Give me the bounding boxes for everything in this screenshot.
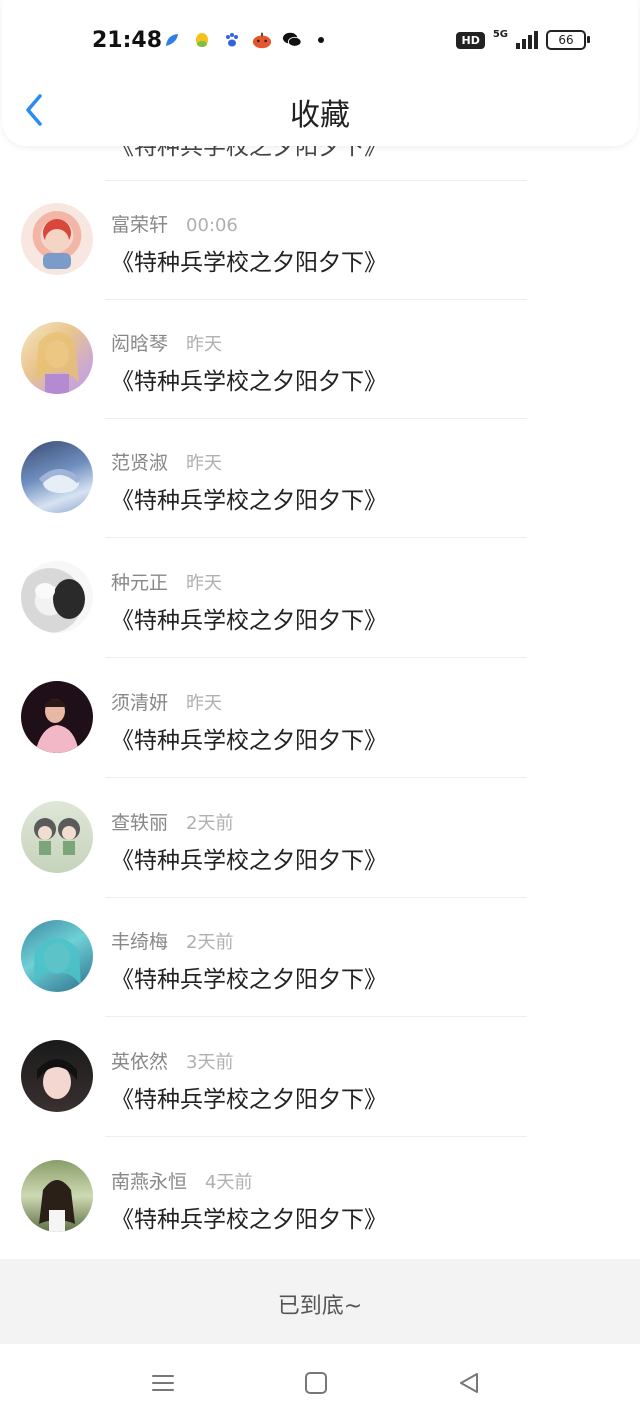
item-message: 《特种兵学校之夕阳夕下》 (111, 967, 387, 993)
divider (105, 657, 527, 658)
timestamp: 4天前 (205, 1172, 253, 1193)
timestamp: 00:06 (186, 215, 238, 236)
divider (105, 537, 527, 538)
avatar (21, 441, 93, 513)
list-item[interactable]: 南燕永恒 4天前 《特种兵学校之夕阳夕下》 (0, 1138, 640, 1257)
avatar (21, 203, 93, 275)
list-item[interactable]: 闳晗琴 昨天 《特种兵学校之夕阳夕下》 (0, 300, 640, 419)
sender-name: 南燕永恒 (111, 1171, 188, 1193)
sender-name: 范贤淑 (111, 452, 169, 474)
list-item[interactable]: 范贤淑 昨天 《特种兵学校之夕阳夕下》 (0, 419, 640, 538)
system-back-button[interactable] (454, 1368, 484, 1398)
timestamp: 昨天 (186, 693, 223, 714)
sender-name: 丰绮梅 (111, 931, 169, 953)
item-header: 种元正 昨天 (111, 568, 222, 595)
item-header: 须清妍 昨天 (111, 688, 222, 715)
notification-icons (162, 30, 324, 50)
feather-icon (162, 30, 182, 50)
battery-level: 66 (558, 33, 574, 47)
divider (105, 1136, 527, 1137)
page-title: 收藏 (290, 98, 350, 133)
item-header: 丰绮梅 2天前 (111, 927, 233, 954)
timestamp: 昨天 (186, 573, 223, 594)
header: 21:48 HD 5G 66 收藏 (2, 0, 638, 146)
sender-name: 查轶丽 (111, 812, 169, 834)
item-message: 《特种兵学校之夕阳夕下》 (111, 250, 387, 276)
sender-name: 富荣轩 (111, 214, 169, 236)
item-header: 英依然 3天前 (111, 1047, 233, 1074)
avatar (21, 1160, 93, 1232)
item-message: 《特种兵学校之夕阳夕下》 (111, 369, 387, 395)
sender-name: 英依然 (111, 1051, 169, 1073)
menu-button[interactable] (148, 1368, 178, 1398)
list-item[interactable]: 英依然 3天前 《特种兵学校之夕阳夕下》 (0, 1018, 640, 1137)
end-of-list-text: 已到底~ (277, 1294, 363, 1319)
item-header: 查轶丽 2天前 (111, 808, 233, 835)
sender-name: 须清妍 (111, 692, 169, 714)
home-button[interactable] (301, 1368, 331, 1398)
system-navbar (0, 1344, 640, 1422)
avatar (21, 801, 93, 873)
timestamp: 3天前 (186, 1052, 234, 1073)
list-item[interactable]: 富荣轩 00:06 《特种兵学校之夕阳夕下》 (0, 181, 640, 300)
list-item[interactable]: 种元正 昨天 《特种兵学校之夕阳夕下》 (0, 539, 640, 658)
menu-icon (152, 1375, 174, 1391)
avatar (21, 322, 93, 394)
avatar (21, 1040, 93, 1112)
list-item[interactable]: 须清妍 昨天 《特种兵学校之夕阳夕下》 (0, 659, 640, 778)
divider (105, 1016, 527, 1017)
home-square-icon (305, 1372, 327, 1394)
network-type: 5G (492, 28, 508, 40)
avatar (21, 561, 93, 633)
qq-icon (192, 30, 212, 50)
item-message: 《特种兵学校之夕阳夕下》 (111, 1087, 387, 1113)
item-header: 闳晗琴 昨天 (111, 329, 222, 356)
timestamp: 昨天 (186, 334, 223, 355)
item-header: 富荣轩 00:06 (111, 210, 238, 237)
item-message: 《特种兵学校之夕阳夕下》 (111, 1207, 387, 1233)
wechat-icon (282, 30, 302, 50)
back-triangle-icon (460, 1373, 478, 1393)
item-header: 范贤淑 昨天 (111, 448, 222, 475)
divider (105, 777, 527, 778)
list-item[interactable]: 丰绮梅 2天前 《特种兵学校之夕阳夕下》 (0, 898, 640, 1017)
system-status-icons: HD 5G 66 (456, 28, 590, 50)
hd-badge: HD (456, 31, 485, 49)
item-message: 《特种兵学校之夕阳夕下》 (111, 728, 387, 754)
item-message: 《特种兵学校之夕阳夕下》 (111, 488, 387, 514)
item-message: 《特种兵学校之夕阳夕下》 (111, 608, 387, 634)
avatar (21, 681, 93, 753)
item-message: 《特种兵学校之夕阳夕下》 (111, 848, 387, 874)
timestamp: 2天前 (186, 932, 234, 953)
sender-name: 闳晗琴 (111, 333, 169, 355)
list-item[interactable]: 查轶丽 2天前 《特种兵学校之夕阳夕下》 (0, 779, 640, 898)
more-notifications-dot (318, 37, 324, 43)
avatar (21, 920, 93, 992)
pumpkin-icon (252, 30, 272, 50)
signal-icon (516, 31, 538, 49)
battery-icon: 66 (546, 30, 590, 50)
item-header: 南燕永恒 4天前 (111, 1167, 252, 1194)
baidu-paw-icon (222, 30, 242, 50)
timestamp: 2天前 (186, 813, 234, 834)
sender-name: 种元正 (111, 572, 169, 594)
status-time: 21:48 (92, 28, 163, 53)
timestamp: 昨天 (186, 453, 223, 474)
